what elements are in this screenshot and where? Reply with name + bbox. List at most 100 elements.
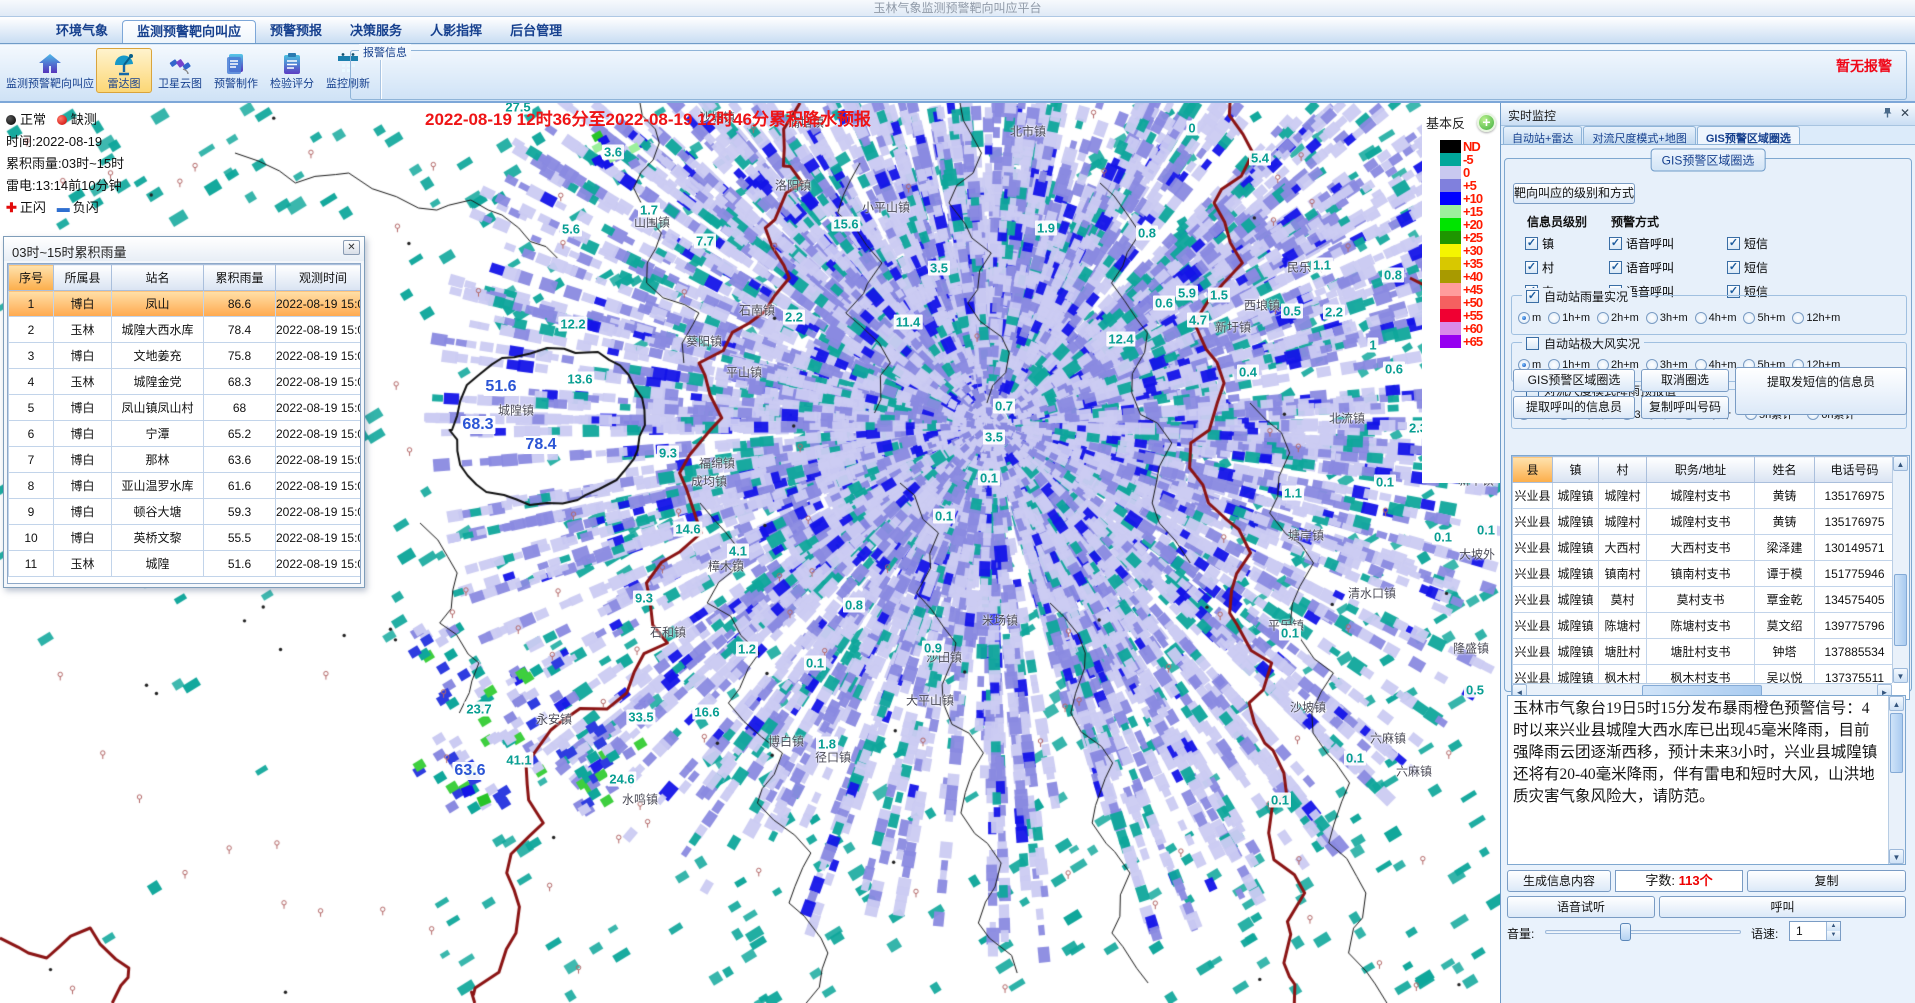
menu-tab-1[interactable]: 监测预警靶向叫应 — [122, 20, 256, 43]
rain-table-row[interactable]: 9博白顿谷大塘59.32022-08-19 15:00 — [9, 499, 362, 525]
checkbox-icon[interactable] — [1526, 337, 1539, 350]
level-checkbox[interactable]: ✓村 — [1525, 259, 1609, 276]
contact-row[interactable]: 兴业县城隍镇城隍村城隍村支书黄铸135176975 — [1513, 483, 1893, 509]
menu-tab-0[interactable]: 环境气象 — [42, 20, 122, 43]
rain-table[interactable]: 序号所属县站名累积雨量观测时间1博白凤山86.62022-08-19 15:00… — [7, 263, 361, 584]
contact-col-header[interactable]: 职务/地址 — [1647, 457, 1755, 483]
tool-satellite[interactable]: 卫星云图 — [152, 48, 208, 93]
panel-tab-1[interactable]: 对流尺度模式+地图 — [1583, 126, 1695, 144]
call-level-mode-button[interactable]: 靶向叫应的级别和方式 — [1513, 183, 1635, 204]
radio-icon[interactable] — [1743, 312, 1755, 324]
tool-clipboard[interactable]: 检验评分 — [264, 48, 320, 93]
checkbox-icon[interactable]: ✓ — [1609, 261, 1622, 274]
tool-home[interactable]: 监测预警靶向叫应 — [4, 48, 96, 93]
cancel-circle-button[interactable]: 取消圈选 — [1641, 369, 1729, 392]
menu-tab-5[interactable]: 后台管理 — [496, 20, 576, 43]
panel-tab-2[interactable]: GIS预警区域圈选 — [1697, 126, 1800, 144]
rain-col-header[interactable]: 观测时间 — [276, 265, 362, 291]
rain-col-header[interactable]: 累积雨量 — [204, 265, 276, 291]
rain-table-row[interactable]: 6博白宁潭65.22022-08-19 15:00 — [9, 421, 362, 447]
volume-slider[interactable] — [1545, 930, 1741, 934]
sms-checkbox[interactable]: ✓短信 — [1727, 259, 1768, 276]
checkbox-icon[interactable]: ✓ — [1525, 261, 1538, 274]
contact-row[interactable]: 兴业县城隍镇陈塘村陈塘村支书莫文绍139775796 — [1513, 613, 1893, 639]
tool-warning-doc[interactable]: 预警制作 — [208, 48, 264, 93]
pin-icon[interactable] — [1882, 107, 1893, 120]
radio-5h+m[interactable]: 5h+m — [1743, 312, 1785, 324]
checkbox-icon[interactable]: ✓ — [1727, 261, 1740, 274]
rain-table-row[interactable]: 5博白凤山镇凤山村682022-08-19 15:00 — [9, 395, 362, 421]
rain-table-row[interactable]: 8博白亚山温罗水库61.62022-08-19 15:00 — [9, 473, 362, 499]
checkbox-icon[interactable]: ✓ — [1526, 290, 1539, 303]
menu-tab-4[interactable]: 人影指挥 — [416, 20, 496, 43]
warning-message-textarea[interactable]: 玉林市气象台19日5时15分发布暴雨橙色预警信号：4时以来兴业县城隍大西水库已出… — [1507, 695, 1906, 865]
radio-icon[interactable] — [1695, 312, 1707, 324]
rain-table-row[interactable]: 4玉林城隍金党68.32022-08-19 15:00 — [9, 369, 362, 395]
menu-tab-2[interactable]: 预警预报 — [256, 20, 336, 43]
gis-circle-button[interactable]: GIS预警区域圈选 — [1513, 369, 1635, 392]
contacts-vertical-scrollbar[interactable]: ▲ ▼ — [1892, 456, 1909, 683]
contact-row[interactable]: 兴业县城隍镇莫村莫村支书覃金乾134575405 — [1513, 587, 1893, 613]
rain-window-titlebar[interactable]: 03时~15时累积雨量 ✕ — [4, 237, 364, 261]
rain-col-header[interactable]: 所属县 — [54, 265, 112, 291]
contact-row[interactable]: 兴业县城隍镇镇南村镇南村支书谭于模151775946 — [1513, 561, 1893, 587]
radio-icon[interactable] — [1792, 312, 1804, 324]
rain-table-row[interactable]: 3博白文地姜充75.82022-08-19 15:00 — [9, 343, 362, 369]
rain-col-header[interactable]: 序号 — [9, 265, 54, 291]
rain-table-row[interactable]: 1博白凤山86.62022-08-19 15:00 — [9, 291, 362, 317]
radio-12h+m[interactable]: 12h+m — [1792, 312, 1840, 324]
voice-call-checkbox[interactable]: ✓语音呼叫 — [1609, 235, 1727, 252]
contact-col-header[interactable]: 姓名 — [1755, 457, 1815, 483]
panel-titlebar[interactable]: 实时监控 ✕ — [1501, 103, 1915, 126]
tool-radar[interactable]: 雷达图 — [96, 48, 152, 93]
contact-col-header[interactable]: 镇 — [1553, 457, 1599, 483]
contact-row[interactable]: 兴业县城隍镇城隍村城隍村支书黄铸135176975 — [1513, 509, 1893, 535]
rain-table-row[interactable]: 10博白英桥文黎55.52022-08-19 15:00 — [9, 525, 362, 551]
radio-icon[interactable] — [1646, 312, 1658, 324]
close-icon[interactable]: ✕ — [343, 240, 360, 255]
checkbox-icon[interactable]: ✓ — [1609, 237, 1622, 250]
close-icon[interactable]: ✕ — [1900, 107, 1910, 120]
spin-up-icon[interactable]: ▲ — [1826, 922, 1840, 931]
contact-row[interactable]: 兴业县城隍镇塘肚村塘肚村支书钟塔137885534 — [1513, 639, 1893, 665]
rain-table-window[interactable]: 03时~15时累积雨量 ✕ 序号所属县站名累积雨量观测时间1博白凤山86.620… — [3, 236, 365, 588]
rain-col-header[interactable]: 站名 — [112, 265, 204, 291]
sms-checkbox[interactable]: ✓短信 — [1727, 235, 1768, 252]
radar-map[interactable]: 2022-08-19 12时36分至2022-08-19 12时46分累积降水预… — [0, 103, 1500, 1003]
contact-col-header[interactable]: 村 — [1599, 457, 1647, 483]
panel-tab-0[interactable]: 自动站+雷达 — [1503, 126, 1582, 144]
level-checkbox[interactable]: ✓镇 — [1525, 235, 1609, 252]
radio-m[interactable]: m — [1518, 312, 1541, 324]
radio-3h+m[interactable]: 3h+m — [1646, 312, 1688, 324]
rain-table-row[interactable]: 7博白那林63.62022-08-19 15:00 — [9, 447, 362, 473]
contact-row[interactable]: 兴业县城隍镇大西村大西村支书梁泽建130149571 — [1513, 535, 1893, 561]
voice-preview-button[interactable]: 语音试听 — [1507, 896, 1655, 918]
contact-col-header[interactable]: 县 — [1513, 457, 1553, 483]
checkbox-icon[interactable]: ✓ — [1525, 237, 1538, 250]
speed-spinner[interactable]: 1 ▲▼ — [1789, 921, 1841, 941]
radio-4h+m[interactable]: 4h+m — [1695, 312, 1737, 324]
volume-slider-thumb[interactable] — [1620, 923, 1631, 941]
rain-table-row[interactable]: 2玉林城隍大西水库78.42022-08-19 15:00 — [9, 317, 362, 343]
radio-2h+m[interactable]: 2h+m — [1597, 312, 1639, 324]
radio-icon[interactable] — [1597, 312, 1609, 324]
extract-sms-informers-button[interactable]: 提取发短信的信息员 — [1735, 367, 1907, 415]
menu-tab-3[interactable]: 决策服务 — [336, 20, 416, 43]
contact-col-header[interactable]: 电话号码 — [1815, 457, 1893, 483]
copy-button[interactable]: 复制 — [1747, 870, 1906, 892]
radio-icon[interactable] — [1548, 312, 1560, 324]
checkbox-icon[interactable]: ✓ — [1727, 237, 1740, 250]
extract-call-informers-button[interactable]: 提取呼叫的信息员 — [1513, 396, 1635, 419]
generate-message-button[interactable]: 生成信息内容 — [1507, 870, 1611, 892]
rain-table-row[interactable]: 11玉林城隍51.62022-08-19 15:00 — [9, 551, 362, 577]
radio-icon[interactable] — [1518, 312, 1530, 324]
radio-1h+m[interactable]: 1h+m — [1548, 312, 1590, 324]
copy-call-numbers-button[interactable]: 复制呼叫号码 — [1641, 396, 1729, 419]
message-vertical-scrollbar[interactable]: ▲ ▼ — [1888, 696, 1905, 864]
zoom-in-button[interactable]: + — [1477, 113, 1496, 132]
spin-down-icon[interactable]: ▼ — [1826, 931, 1840, 940]
contact-row[interactable]: 兴业县城隍镇枫木村枫木村支书吴以悦137375511 — [1513, 665, 1893, 684]
voice-call-checkbox[interactable]: ✓语音呼叫 — [1609, 259, 1727, 276]
contacts-table[interactable]: 县镇村职务/地址姓名电话号码兴业县城隍镇城隍村城隍村支书黄铸135176975兴… — [1511, 455, 1910, 700]
call-button[interactable]: 呼叫 — [1659, 896, 1906, 918]
